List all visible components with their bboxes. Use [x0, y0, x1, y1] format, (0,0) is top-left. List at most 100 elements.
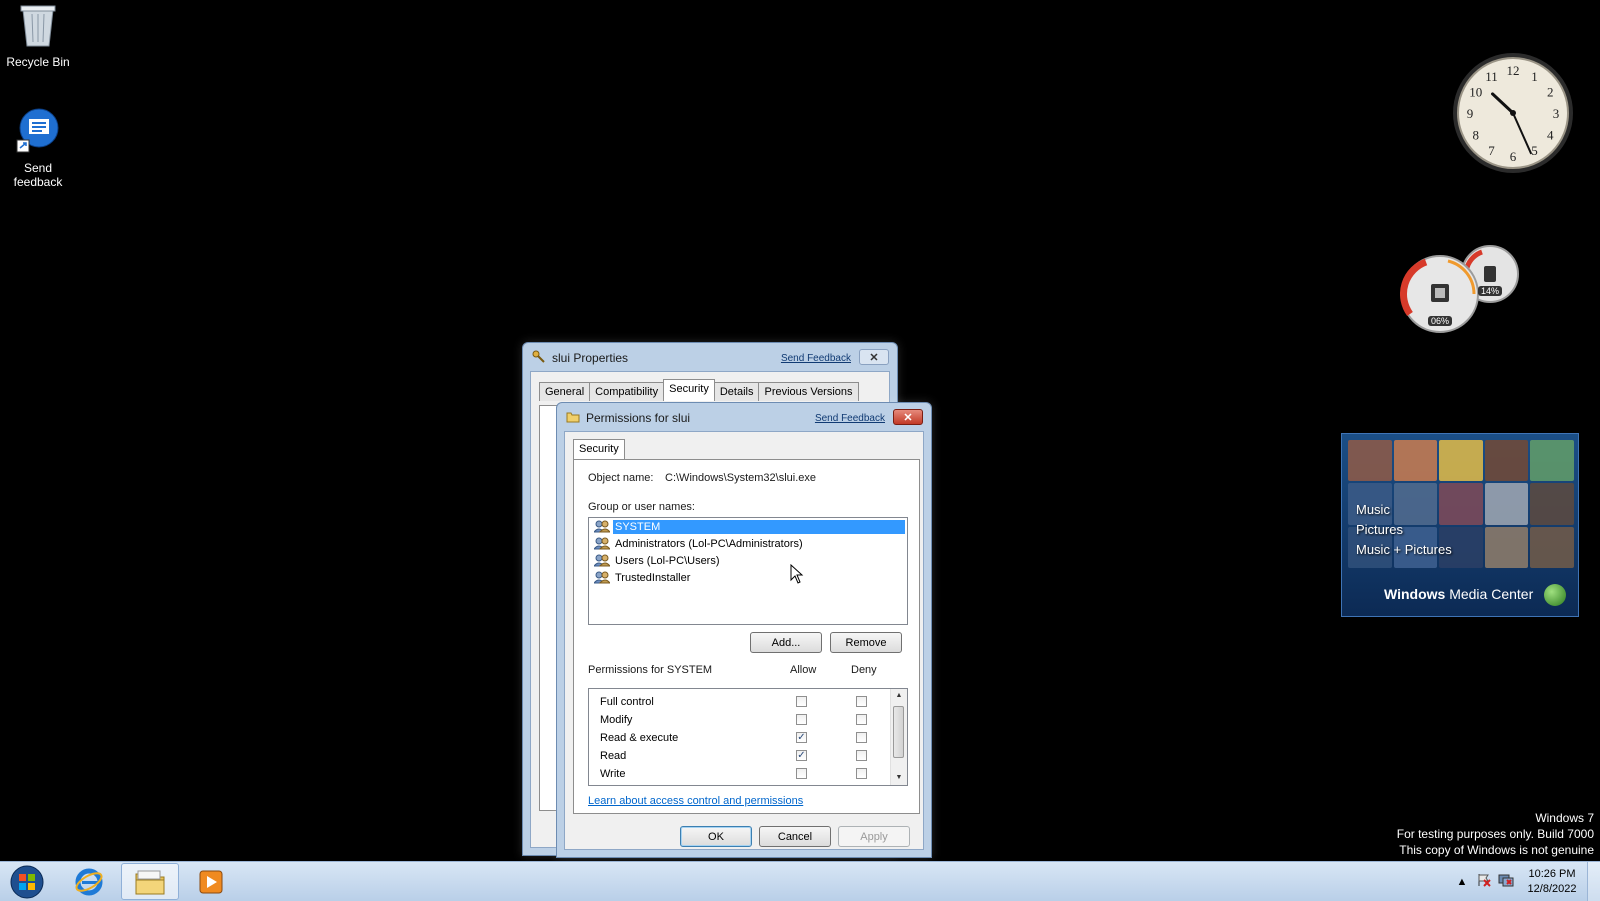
- media-center-brand: Windows Media Center: [1384, 586, 1534, 602]
- remove-button[interactable]: Remove: [830, 632, 902, 653]
- recycle-bin-label: Recycle Bin: [6, 55, 70, 69]
- tab-security[interactable]: Security: [663, 379, 715, 401]
- deny-checkbox[interactable]: [856, 768, 867, 779]
- allow-checkbox[interactable]: [796, 696, 807, 707]
- start-orb-icon: [10, 865, 44, 898]
- permissions-for-label: Permissions for SYSTEM: [588, 664, 713, 676]
- clock-numeral: 10: [1469, 85, 1482, 100]
- permission-name: Read & execute: [600, 732, 679, 744]
- cancel-button[interactable]: Cancel: [759, 826, 831, 847]
- slui-properties-titlebar[interactable]: slui Properties Send Feedback ✕: [523, 343, 897, 371]
- group-user-list[interactable]: SYSTEM Administrators (Lol-PC\Administrat…: [588, 517, 908, 625]
- clock-numeral: 7: [1488, 143, 1495, 158]
- taskbar-media-player[interactable]: [182, 863, 240, 900]
- show-desktop-button[interactable]: [1587, 862, 1600, 901]
- permission-name: Read: [600, 750, 627, 762]
- user-name-label: Administrators (Lol-PC\Administrators): [615, 537, 803, 550]
- taskbar: ▲ 10:26 PM 12/8/2022: [0, 861, 1600, 901]
- slui-send-feedback-link[interactable]: Send Feedback: [781, 353, 851, 364]
- learn-access-control-link[interactable]: Learn about access control and permissio…: [588, 795, 803, 807]
- add-button[interactable]: Add...: [750, 632, 822, 653]
- permission-row: Read ✓: [589, 747, 889, 765]
- permissions-scrollbar[interactable]: ▲ ▼: [890, 689, 907, 785]
- permission-row: Full control: [589, 693, 889, 711]
- clock-numeral: 6: [1510, 149, 1517, 164]
- tab-previous-versions[interactable]: Previous Versions: [758, 382, 859, 401]
- media-center-music-pictures[interactable]: Music + Pictures: [1356, 540, 1452, 560]
- permissions-security-panel: Object name: C:\Windows\System32\slui.ex…: [573, 459, 920, 814]
- recycle-bin-icon: [0, 2, 76, 51]
- user-group-icon: [592, 520, 612, 533]
- cpu-meter-gadget[interactable]: 06% 14%: [1400, 244, 1524, 338]
- user-name-label: TrustedInstaller: [615, 571, 691, 584]
- permissions-title: Permissions for slui: [586, 411, 691, 425]
- clock-numeral: 12: [1507, 63, 1520, 78]
- deny-checkbox[interactable]: [856, 714, 867, 725]
- start-button[interactable]: [4, 863, 50, 900]
- scrollbar-thumb[interactable]: [893, 706, 904, 758]
- clock-numeral: 4: [1547, 128, 1554, 143]
- permissions-send-feedback-link[interactable]: Send Feedback: [815, 413, 885, 424]
- user-list-item[interactable]: Administrators (Lol-PC\Administrators): [589, 535, 907, 552]
- watermark-genuine: This copy of Windows is not genuine: [1399, 843, 1594, 857]
- media-center-pictures[interactable]: Pictures: [1356, 520, 1452, 540]
- memory-usage-label: 14%: [1478, 286, 1503, 296]
- taskbar-windows-explorer[interactable]: [121, 863, 179, 900]
- recycle-bin-shortcut[interactable]: Recycle Bin: [0, 2, 76, 69]
- object-name-value: C:\Windows\System32\slui.exe: [665, 472, 816, 484]
- permission-name: Full control: [600, 696, 654, 708]
- taskbar-internet-explorer[interactable]: [60, 863, 118, 900]
- permissions-titlebar[interactable]: Permissions for slui Send Feedback ✕: [557, 403, 931, 431]
- media-center-music[interactable]: Music: [1356, 500, 1452, 520]
- close-icon: ✕: [903, 411, 913, 424]
- permissions-dialog[interactable]: Permissions for slui Send Feedback ✕ Sec…: [556, 402, 932, 858]
- scroll-down-arrow-icon[interactable]: ▼: [891, 771, 907, 785]
- ok-button[interactable]: OK: [680, 826, 752, 847]
- watermark-edition: Windows 7: [1535, 811, 1594, 825]
- send-feedback-label: Send feedback: [13, 161, 63, 189]
- user-list-item[interactable]: Users (Lol-PC\Users): [589, 552, 907, 569]
- internet-explorer-icon: [75, 868, 103, 895]
- user-name-label: SYSTEM: [613, 519, 905, 534]
- apply-button[interactable]: Apply: [838, 826, 910, 847]
- tab-details[interactable]: Details: [713, 382, 760, 401]
- group-user-names-label: Group or user names:: [588, 501, 695, 513]
- tab-general[interactable]: General: [539, 382, 591, 401]
- clock-gadget[interactable]: 1 2 3 4 5 6 7 8 9 10 11 12: [1452, 52, 1574, 174]
- tab-security[interactable]: Security: [573, 439, 625, 461]
- tab-compatibility[interactable]: Compatibility: [589, 382, 665, 401]
- allow-checkbox[interactable]: [796, 714, 807, 725]
- permission-name: Modify: [600, 714, 633, 726]
- folder-icon: [566, 412, 580, 423]
- mouse-cursor-icon: [790, 564, 804, 584]
- permission-row: Write: [589, 765, 889, 783]
- slui-close-button[interactable]: ✕: [859, 349, 889, 365]
- send-feedback-shortcut[interactable]: Send feedback: [0, 108, 76, 189]
- windows-watermark: Windows 7 For testing purposes only. Bui…: [1397, 810, 1594, 858]
- key-icon: [532, 350, 545, 363]
- watermark-build: For testing purposes only. Build 7000: [1396, 827, 1594, 841]
- user-list-item[interactable]: SYSTEM: [589, 518, 907, 535]
- windows-explorer-icon: [135, 870, 165, 894]
- media-center-gadget[interactable]: Music Pictures Music + Pictures Windows …: [1341, 433, 1579, 617]
- network-icon[interactable]: [1495, 873, 1517, 890]
- action-center-flag-icon[interactable]: [1473, 873, 1495, 890]
- windows-logo-icon: [1544, 584, 1566, 606]
- deny-checkbox[interactable]: [856, 750, 867, 761]
- taskbar-clock[interactable]: 10:26 PM 12/8/2022: [1517, 867, 1587, 897]
- allow-checkbox[interactable]: [796, 768, 807, 779]
- allow-checkbox[interactable]: ✓: [796, 750, 807, 761]
- taskbar-date: 12/8/2022: [1527, 882, 1577, 895]
- permissions-close-button[interactable]: ✕: [893, 409, 923, 425]
- deny-checkbox[interactable]: [856, 732, 867, 743]
- user-name-label: Users (Lol-PC\Users): [615, 554, 720, 567]
- permission-row: Read & execute ✓: [589, 729, 889, 747]
- deny-checkbox[interactable]: [856, 696, 867, 707]
- show-hidden-icons-arrow-icon[interactable]: ▲: [1451, 876, 1473, 888]
- media-player-icon: [199, 870, 223, 893]
- allow-checkbox[interactable]: ✓: [796, 732, 807, 743]
- user-list-item[interactable]: TrustedInstaller: [589, 569, 907, 586]
- cpu-usage-label: 06%: [1428, 316, 1453, 326]
- scroll-up-arrow-icon[interactable]: ▲: [891, 689, 907, 703]
- clock-numeral: 2: [1547, 85, 1554, 100]
